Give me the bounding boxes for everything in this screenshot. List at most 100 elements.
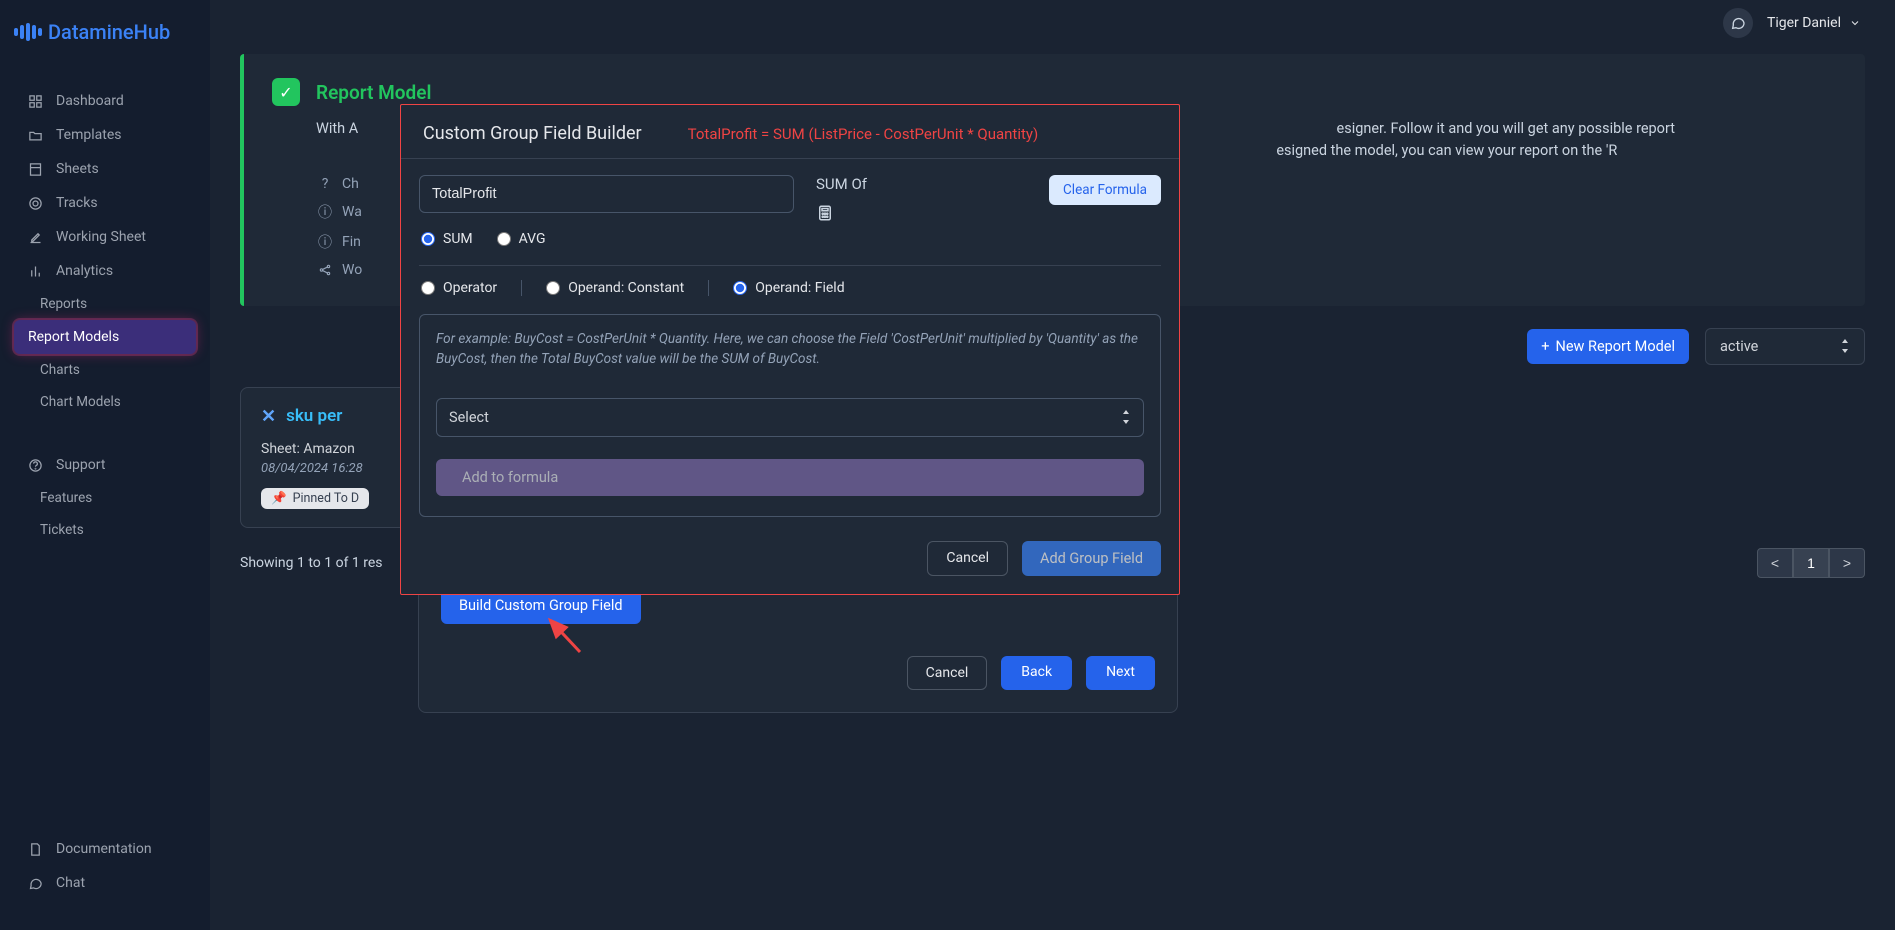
sidebar-item-charts[interactable]: Charts — [0, 354, 210, 386]
sidebar-item-label: Report Models — [28, 329, 119, 345]
select-value: active — [1720, 338, 1758, 355]
sidebar-item-label: Dashboard — [56, 93, 124, 109]
button-label: Build Custom Group Field — [459, 597, 623, 614]
badge-label: Pinned To D — [293, 491, 360, 506]
grid-icon — [26, 94, 44, 109]
hero-body-text: With A — [316, 120, 358, 137]
pinned-badge: 📌 Pinned To D — [261, 488, 369, 509]
target-icon — [26, 196, 44, 211]
divider — [521, 280, 522, 296]
sidebar-item-label: Features — [40, 490, 92, 506]
sidebar-item-label: Charts — [40, 362, 80, 378]
sidebar-item-label: Support — [56, 457, 105, 473]
sidebar-item-label: Analytics — [56, 263, 113, 279]
bars-icon — [26, 264, 44, 279]
hero-info-text: Wo — [342, 262, 362, 278]
sidebar-item-chat[interactable]: Chat — [0, 866, 210, 900]
sidebar-item-working-sheet[interactable]: Working Sheet — [0, 220, 210, 254]
hero-info-text: Wa — [342, 204, 362, 220]
hero-body-text: esigner. Follow it and you will get any … — [1337, 120, 1675, 137]
hero-title: Report Model — [316, 81, 431, 104]
wizard-cancel-button[interactable]: Cancel — [907, 656, 988, 690]
sidebar-item-features[interactable]: Features — [0, 482, 210, 514]
radio-label: SUM — [443, 231, 473, 247]
button-label: New Report Model — [1556, 338, 1676, 355]
share-icon — [316, 263, 334, 277]
type-field-radio[interactable]: Operand: Field — [733, 280, 844, 296]
sort-icon — [1121, 410, 1131, 424]
type-operator-radio[interactable]: Operator — [421, 280, 497, 296]
help-icon — [26, 458, 44, 473]
cross-icon: ✕ — [261, 406, 276, 427]
pager-page-button[interactable]: 1 — [1793, 548, 1829, 578]
new-report-model-button[interactable]: + New Report Model — [1527, 329, 1689, 364]
radio-label: Operator — [443, 280, 497, 296]
sidebar-item-documentation[interactable]: Documentation — [0, 832, 210, 866]
topbar: Tiger Daniel — [240, 0, 1865, 46]
clear-formula-button[interactable]: Clear Formula — [1049, 175, 1161, 205]
pin-icon: 📌 — [271, 491, 287, 506]
button-label: Next — [1106, 664, 1135, 680]
sidebar-item-chart-models[interactable]: Chart Models — [0, 386, 210, 418]
builder-cancel-button[interactable]: Cancel — [927, 541, 1008, 576]
sidebar: DatamineHub Dashboard Templates Sheets T… — [0, 0, 210, 930]
help-icon: ? — [316, 176, 334, 192]
brand-text: DatamineHub — [48, 20, 170, 44]
agg-sum-radio[interactable]: SUM — [421, 231, 473, 247]
sidebar-item-label: Tracks — [56, 195, 98, 211]
button-label: Cancel — [926, 665, 969, 681]
sum-of-label: SUM Of — [816, 175, 867, 193]
info-icon: ⓘ — [316, 202, 334, 222]
logo-bars-icon — [14, 23, 42, 41]
modal-title: Custom Group Field Builder — [423, 123, 642, 144]
sidebar-item-templates[interactable]: Templates — [0, 118, 210, 152]
results-text: Showing 1 to 1 of 1 res — [240, 555, 383, 571]
wizard-back-button[interactable]: Back — [1001, 656, 1072, 690]
button-label: Back — [1021, 664, 1052, 680]
type-constant-radio[interactable]: Operand: Constant — [546, 280, 684, 296]
chat-bubble-button[interactable] — [1723, 8, 1753, 38]
pager-next-button[interactable]: > — [1829, 548, 1865, 578]
folder-icon — [26, 128, 44, 143]
sheet-icon — [26, 162, 44, 177]
edit-icon — [26, 230, 44, 245]
wizard-next-button[interactable]: Next — [1086, 656, 1155, 690]
pager-prev-button[interactable]: < — [1757, 548, 1793, 578]
button-label: Add to formula — [462, 469, 558, 486]
field-select[interactable]: Select — [436, 398, 1144, 437]
radio-label: Operand: Constant — [568, 280, 684, 296]
sidebar-item-tracks[interactable]: Tracks — [0, 186, 210, 220]
card-title-text: sku per — [286, 406, 342, 426]
example-box: For example: BuyCost = CostPerUnit * Qua… — [419, 314, 1161, 517]
sidebar-item-label: Chat — [56, 875, 85, 891]
field-name-input[interactable] — [419, 175, 794, 213]
sidebar-item-tickets[interactable]: Tickets — [0, 514, 210, 546]
button-label: Cancel — [946, 550, 989, 566]
logo: DatamineHub — [0, 0, 210, 84]
sidebar-item-analytics[interactable]: Analytics — [0, 254, 210, 288]
sidebar-item-support[interactable]: Support — [0, 448, 210, 482]
status-filter-select[interactable]: active — [1705, 328, 1865, 365]
sidebar-item-label: Templates — [56, 127, 122, 143]
doc-icon — [26, 842, 44, 857]
sort-icon — [1840, 339, 1850, 353]
divider — [708, 280, 709, 296]
example-text: For example: BuyCost = CostPerUnit * Qua… — [436, 329, 1144, 370]
agg-avg-radio[interactable]: AVG — [497, 231, 546, 247]
add-group-field-button[interactable]: Add Group Field — [1022, 541, 1161, 576]
sidebar-item-reports[interactable]: Reports — [0, 288, 210, 320]
sidebar-item-report-models[interactable]: Report Models — [14, 320, 196, 354]
sidebar-item-dashboard[interactable]: Dashboard — [0, 84, 210, 118]
formula-preview: TotalProfit = SUM (ListPrice - CostPerUn… — [688, 125, 1039, 143]
sidebar-item-label: Working Sheet — [56, 229, 146, 245]
user-menu[interactable]: Tiger Daniel — [1767, 15, 1861, 31]
pager: < 1 > — [1757, 548, 1865, 578]
calculator-icon — [816, 203, 867, 223]
hero-info-text: Ch — [342, 176, 359, 192]
add-to-formula-button[interactable]: Add to formula — [436, 459, 1144, 496]
hero-body-text: esigned the model, you can view your rep… — [1276, 142, 1617, 159]
check-icon: ✓ — [272, 78, 300, 106]
radio-label: Operand: Field — [755, 280, 844, 296]
plus-icon: + — [1541, 338, 1549, 355]
sidebar-item-sheets[interactable]: Sheets — [0, 152, 210, 186]
